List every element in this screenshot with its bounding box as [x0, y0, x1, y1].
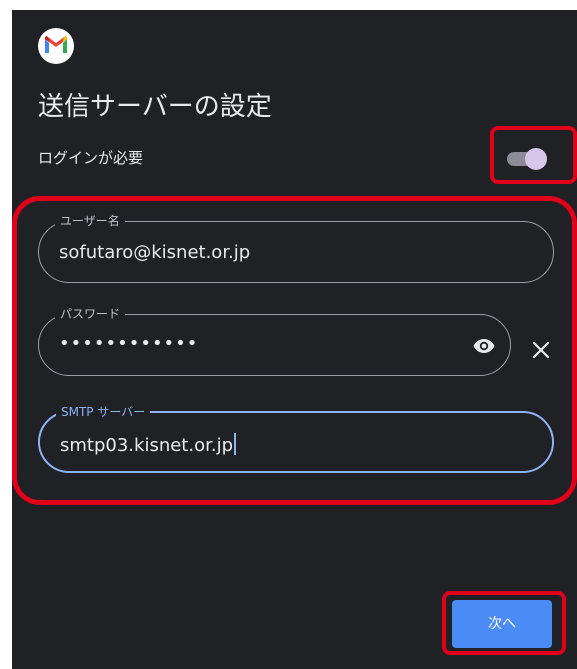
- password-label: パスワード: [55, 306, 126, 322]
- gmail-logo-icon: [38, 28, 74, 64]
- username-field[interactable]: ユーザー名 sofutaro@kisnet.or.jp: [38, 213, 554, 283]
- app-screen: 送信サーバーの設定 ログインが必要 ユーザー名 sofutaro@kisnet.…: [12, 10, 577, 669]
- login-required-label: ログインが必要: [38, 149, 144, 167]
- toggle-thumb: [525, 148, 547, 170]
- eye-icon[interactable]: [472, 334, 496, 358]
- username-value: sofutaro@kisnet.or.jp: [59, 242, 251, 263]
- password-value: ••••••••••••: [59, 333, 199, 354]
- password-field[interactable]: パスワード ••••••••••••: [38, 306, 511, 376]
- username-label: ユーザー名: [55, 213, 125, 229]
- text-caret: [234, 433, 236, 455]
- smtp-server-field[interactable]: SMTP サーバー smtp03.kisnet.or.jp: [38, 404, 554, 473]
- close-icon[interactable]: [529, 338, 553, 362]
- page-title: 送信サーバーの設定: [38, 92, 272, 122]
- smtp-server-value: smtp03.kisnet.or.jp: [60, 433, 236, 456]
- gmail-m-glyph: [45, 36, 67, 53]
- smtp-server-label: SMTP サーバー: [56, 404, 151, 420]
- next-button[interactable]: 次へ: [452, 600, 552, 648]
- smtp-server-text: smtp03.kisnet.or.jp: [60, 435, 233, 456]
- login-required-toggle[interactable]: [505, 148, 549, 170]
